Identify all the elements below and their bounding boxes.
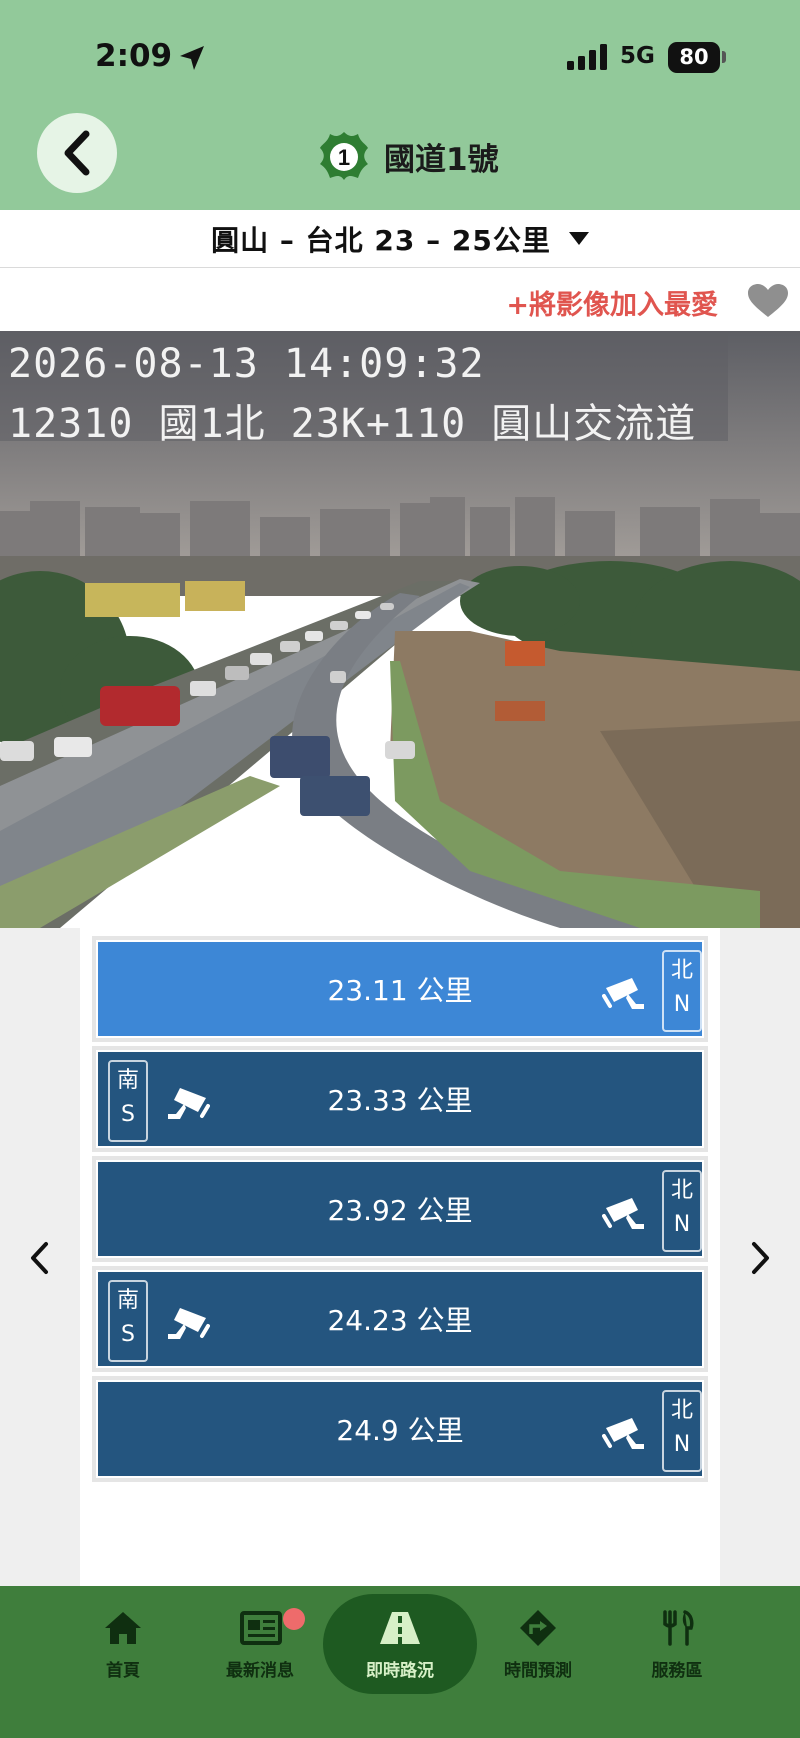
bottom-nav: 首頁 最新消息 即時路況 時間預測 服務區 [0,1586,800,1738]
direction-badge: 北 N [662,1390,702,1472]
notification-dot [283,1608,305,1630]
freeway-badge-icon: 1 [320,132,368,180]
direction-sign-icon [520,1610,556,1646]
camera-item[interactable]: 23.92 公里 北 N [92,1156,708,1262]
camera-item-body: 23.11 公里 北 N [98,942,702,1036]
nav-live-traffic[interactable]: 即時路況 [340,1610,460,1681]
back-button[interactable] [37,113,117,193]
camera-timestamp: 2026-08-13 14:09:32 [8,341,485,387]
road-icon [380,1612,420,1644]
newspaper-icon [240,1611,282,1645]
route-number: 1 [338,145,350,170]
favorite-row: +將影像加入最愛 [0,269,800,331]
camera-item-body: 南 S 24.23 公里 [98,1272,702,1366]
direction-en: N [673,992,691,1018]
add-favorite-link[interactable]: +將影像加入最愛 [506,283,718,322]
nav-forecast[interactable]: 時間預測 [478,1610,598,1681]
camera-item-body: 南 S 23.33 公里 [98,1052,702,1146]
location-arrow-icon [180,46,204,70]
cctv-icon [602,978,644,1009]
network-type: 5G [620,43,655,69]
camera-item[interactable]: 24.9 公里 北 N [92,1376,708,1482]
status-time: 2:09 [95,38,173,74]
prev-arrow-icon[interactable] [28,1240,52,1276]
direction-zh: 北 [670,958,693,983]
nav-forecast-label: 時間預測 [504,1661,572,1681]
direction-zh: 北 [670,1398,693,1423]
chevron-left-icon [64,130,90,176]
camera-item[interactable]: 南 S 23.33 公里 [92,1046,708,1152]
nav-live-label: 即時路況 [366,1661,434,1681]
nav-service-area[interactable]: 服務區 [617,1610,737,1681]
camera-item-body: 23.92 公里 北 N [98,1162,702,1256]
camera-list: 23.11 公里 北 N 南 S 23.33 公里 23.92 公里 北 N 南… [80,928,720,1586]
heart-icon[interactable] [748,284,788,318]
signal-icon [567,44,607,70]
camera-image: 2026-08-13 14:09:32 12310 國1北 23K+110 圓山… [0,331,800,928]
direction-en: N [673,1212,691,1238]
camera-item-body: 24.9 公里 北 N [98,1382,702,1476]
camera-km: 23.33 公里 [327,1084,473,1117]
camera-caption: 12310 國1北 23K+110 圓山交流道 [8,401,697,447]
nav-home[interactable]: 首頁 [63,1610,183,1681]
battery-indicator: 80 [668,42,720,73]
direction-en: N [673,1432,691,1458]
direction-zh: 北 [670,1178,693,1203]
direction-badge: 北 N [662,950,702,1032]
next-arrow-icon[interactable] [748,1240,772,1276]
section-dropdown[interactable]: 圓山 – 台北 23 – 25公里 [0,210,800,268]
nav-service-label: 服務區 [651,1661,703,1681]
nav-home-label: 首頁 [106,1661,140,1681]
nav-news-label: 最新消息 [226,1661,294,1681]
home-icon [105,1612,141,1644]
caret-down-icon [568,232,589,245]
fork-knife-icon [663,1610,694,1646]
camera-item[interactable]: 23.11 公里 北 N [92,936,708,1042]
header: 2:09 5G 80 1 國道1號 [0,0,800,210]
direction-badge: 北 N [662,1170,702,1252]
battery-tip [722,51,726,63]
camera-km: 24.23 公里 [327,1304,473,1337]
cctv-icon [602,1198,644,1229]
page-title: 國道1號 [384,142,499,178]
cctv-icon [602,1418,644,1449]
section-label: 圓山 – 台北 23 – 25公里 [211,223,551,257]
camera-item[interactable]: 南 S 24.23 公里 [92,1266,708,1372]
